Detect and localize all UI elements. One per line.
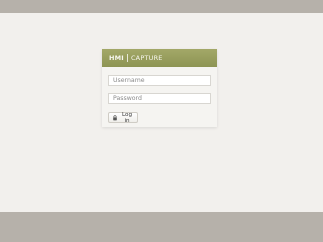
brand-separator — [126, 54, 128, 62]
top-bar — [0, 0, 323, 13]
login-header: HMI CAPTURE — [102, 49, 217, 67]
login-panel: HMI CAPTURE Log in — [102, 49, 217, 127]
brand-primary: HMI — [109, 54, 124, 62]
login-button-label: Log in — [122, 111, 132, 124]
bottom-bar — [0, 212, 323, 242]
login-button[interactable]: Log in — [108, 111, 138, 124]
password-input[interactable] — [108, 93, 211, 104]
lock-icon — [112, 114, 118, 121]
brand-secondary: CAPTURE — [130, 54, 163, 62]
username-input[interactable] — [108, 75, 211, 86]
